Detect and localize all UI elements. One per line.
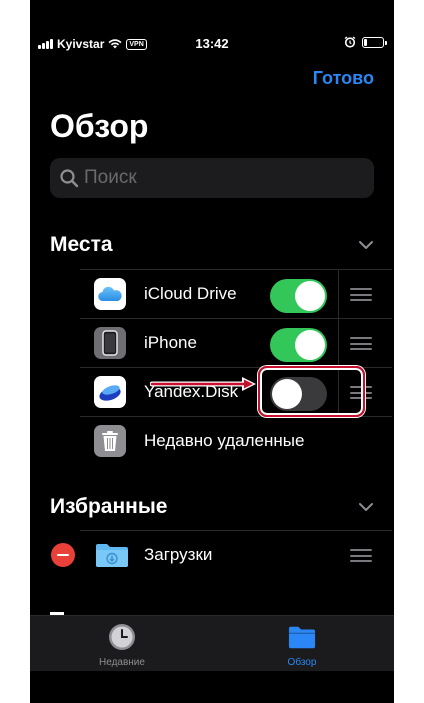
icloud-drive-toggle[interactable] <box>270 279 327 313</box>
status-bar: Kyivstar VPN 13:42 <box>30 0 394 51</box>
search-icon <box>60 169 79 188</box>
list-item-downloads[interactable]: Загрузки <box>80 530 392 579</box>
battery-level <box>364 38 367 46</box>
search-input[interactable] <box>84 167 354 189</box>
section-favorites-title: Избранные <box>50 495 168 518</box>
section-places-title: Места <box>50 233 113 256</box>
trash-icon <box>94 425 126 457</box>
battery-icon <box>362 36 387 48</box>
page-title: Обзор <box>50 108 149 144</box>
reorder-handle-icon[interactable] <box>350 337 372 350</box>
list-item-label: iCloud Drive <box>144 284 237 303</box>
clock-icon <box>109 624 135 650</box>
list-item-recently-deleted[interactable]: Недавно удаленные <box>80 416 392 465</box>
done-button[interactable]: Готово <box>313 68 374 89</box>
icloud-icon <box>94 278 126 310</box>
remove-favorite-button[interactable] <box>51 543 75 567</box>
tab-bar: Недавние Обзор <box>30 615 394 671</box>
iphone-icon <box>94 327 126 359</box>
list-item-label: iPhone <box>144 333 197 352</box>
section-favorites-header[interactable]: Избранные <box>50 495 374 519</box>
divider <box>338 270 339 319</box>
divider <box>338 319 339 368</box>
reorder-handle-icon[interactable] <box>350 288 372 301</box>
folder-icon <box>288 626 316 649</box>
phone-screen: Kyivstar VPN 13:42 Готово Обзор Поиск Ме… <box>30 0 394 703</box>
reorder-handle-icon[interactable] <box>350 549 372 562</box>
list-item-label: Недавно удаленные <box>144 431 305 450</box>
yandex-disk-icon <box>94 376 126 408</box>
alarm-icon <box>344 36 356 48</box>
downloads-folder-icon <box>94 539 130 571</box>
chevron-down-icon[interactable] <box>358 502 374 512</box>
iphone-toggle[interactable] <box>270 328 327 362</box>
tab-label: Обзор <box>287 657 317 668</box>
highlight-frame <box>258 366 365 417</box>
chevron-down-icon[interactable] <box>358 240 374 250</box>
list-item-label: Загрузки <box>144 545 213 564</box>
tab-recent[interactable]: Недавние <box>72 623 172 668</box>
list-item-iphone[interactable]: iPhone <box>80 318 392 368</box>
search-bar[interactable] <box>50 158 374 198</box>
list-item-icloud-drive[interactable]: iCloud Drive <box>80 269 392 319</box>
tab-label: Недавние <box>99 657 145 668</box>
tab-browse[interactable]: Обзор <box>252 623 352 668</box>
arrow-annotation-icon <box>150 377 256 391</box>
status-right <box>344 36 387 48</box>
section-places-header[interactable]: Места <box>50 233 374 257</box>
status-time: 13:42 <box>195 36 229 51</box>
